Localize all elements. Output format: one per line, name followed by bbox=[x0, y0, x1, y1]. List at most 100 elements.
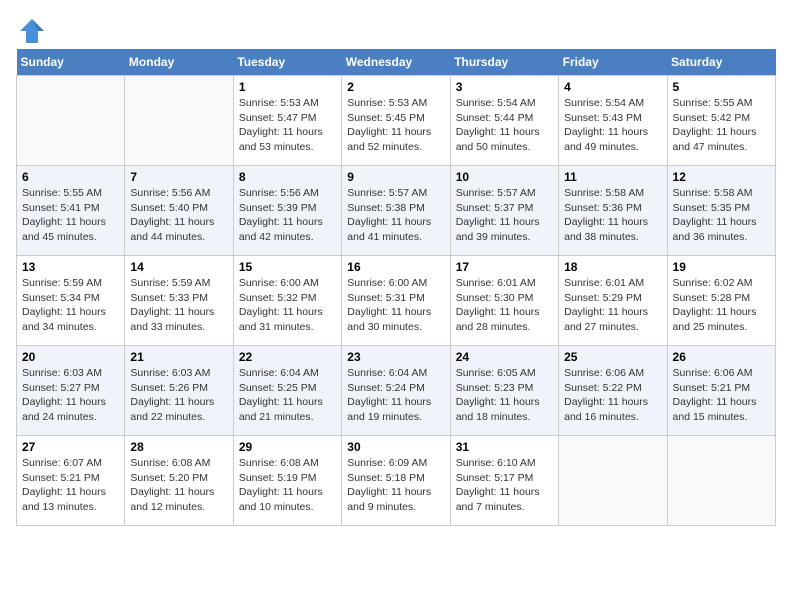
calendar-day-cell: 14Sunrise: 5:59 AMSunset: 5:33 PMDayligh… bbox=[125, 256, 233, 346]
calendar-day-cell: 19 Sunrise: 6:02 AMSunset: 5:28 PMDayligh… bbox=[667, 256, 775, 346]
calendar-day-cell: 2Sunrise: 5:53 AMSunset: 5:45 PMDaylight… bbox=[342, 76, 450, 166]
day-number: 7 bbox=[130, 170, 227, 184]
day-info: Sunrise: 6:08 AMSunset: 5:20 PMDaylight:… bbox=[130, 456, 227, 515]
day-info: Sunrise: 6:00 AMSunset: 5:32 PMDaylight:… bbox=[239, 276, 336, 335]
calendar-day-cell: 26 Sunrise: 6:06 AMSunset: 5:21 PMDayligh… bbox=[667, 346, 775, 436]
calendar-week-row: 27Sunrise: 6:07 AMSunset: 5:21 PMDayligh… bbox=[17, 436, 776, 526]
day-info: Sunrise: 5:53 AMSunset: 5:45 PMDaylight:… bbox=[347, 96, 444, 155]
day-number: 5 bbox=[673, 80, 770, 94]
day-number: 16 bbox=[347, 260, 444, 274]
day-info: Sunrise: 5:55 AMSunset: 5:41 PMDaylight:… bbox=[22, 186, 119, 245]
calendar-day-cell: 18 Sunrise: 6:01 AMSunset: 5:29 PMDayligh… bbox=[559, 256, 667, 346]
day-number: 27 bbox=[22, 440, 119, 454]
day-number: 21 bbox=[130, 350, 227, 364]
weekday-header: Tuesday bbox=[233, 49, 341, 76]
day-info: Sunrise: 5:56 AMSunset: 5:39 PMDaylight:… bbox=[239, 186, 336, 245]
day-info: Sunrise: 6:06 AMSunset: 5:22 PMDaylight:… bbox=[564, 366, 661, 425]
day-number: 19 bbox=[673, 260, 770, 274]
day-info: Sunrise: 6:09 AMSunset: 5:18 PMDaylight:… bbox=[347, 456, 444, 515]
calendar-day-cell: 30 Sunrise: 6:09 AMSunset: 5:18 PMDayligh… bbox=[342, 436, 450, 526]
weekday-header: Thursday bbox=[450, 49, 558, 76]
calendar-day-cell: 25 Sunrise: 6:06 AMSunset: 5:22 PMDayligh… bbox=[559, 346, 667, 436]
day-number: 25 bbox=[564, 350, 661, 364]
day-number: 28 bbox=[130, 440, 227, 454]
day-info: Sunrise: 6:06 AMSunset: 5:21 PMDaylight:… bbox=[673, 366, 770, 425]
calendar-day-cell bbox=[559, 436, 667, 526]
calendar-day-cell: 12 Sunrise: 5:58 AMSunset: 5:35 PMDayligh… bbox=[667, 166, 775, 256]
calendar-day-cell: 15Sunrise: 6:00 AMSunset: 5:32 PMDayligh… bbox=[233, 256, 341, 346]
day-number: 26 bbox=[673, 350, 770, 364]
day-number: 31 bbox=[456, 440, 553, 454]
calendar-day-cell: 31 Sunrise: 6:10 AMSunset: 5:17 PMDayligh… bbox=[450, 436, 558, 526]
day-info: Sunrise: 6:08 AMSunset: 5:19 PMDaylight:… bbox=[239, 456, 336, 515]
day-info: Sunrise: 6:10 AMSunset: 5:17 PMDaylight:… bbox=[456, 456, 553, 515]
calendar-day-cell: 27Sunrise: 6:07 AMSunset: 5:21 PMDayligh… bbox=[17, 436, 125, 526]
day-info: Sunrise: 5:57 AMSunset: 5:37 PMDaylight:… bbox=[456, 186, 553, 245]
calendar-week-row: 13 Sunrise: 5:59 AMSunset: 5:34 PMDayligh… bbox=[17, 256, 776, 346]
day-info: Sunrise: 5:54 AMSunset: 5:43 PMDaylight:… bbox=[564, 96, 661, 155]
calendar-day-cell: 29 Sunrise: 6:08 AMSunset: 5:19 PMDayligh… bbox=[233, 436, 341, 526]
day-info: Sunrise: 5:54 AMSunset: 5:44 PMDaylight:… bbox=[456, 96, 553, 155]
day-number: 9 bbox=[347, 170, 444, 184]
day-info: Sunrise: 5:58 AMSunset: 5:36 PMDaylight:… bbox=[564, 186, 661, 245]
logo bbox=[16, 16, 44, 37]
calendar-week-row: 6Sunrise: 5:55 AMSunset: 5:41 PMDaylight… bbox=[17, 166, 776, 256]
page-header bbox=[16, 16, 776, 37]
calendar-day-cell: 20 Sunrise: 6:03 AMSunset: 5:27 PMDayligh… bbox=[17, 346, 125, 436]
day-number: 11 bbox=[564, 170, 661, 184]
day-number: 22 bbox=[239, 350, 336, 364]
calendar-day-cell: 13 Sunrise: 5:59 AMSunset: 5:34 PMDayligh… bbox=[17, 256, 125, 346]
logo-icon bbox=[16, 17, 40, 37]
day-number: 8 bbox=[239, 170, 336, 184]
day-number: 29 bbox=[239, 440, 336, 454]
day-info: Sunrise: 5:56 AMSunset: 5:40 PMDaylight:… bbox=[130, 186, 227, 245]
calendar-day-cell: 22 Sunrise: 6:04 AMSunset: 5:25 PMDayligh… bbox=[233, 346, 341, 436]
calendar-day-cell: 11 Sunrise: 5:58 AMSunset: 5:36 PMDayligh… bbox=[559, 166, 667, 256]
day-number: 18 bbox=[564, 260, 661, 274]
calendar-week-row: 20 Sunrise: 6:03 AMSunset: 5:27 PMDayligh… bbox=[17, 346, 776, 436]
day-info: Sunrise: 6:02 AMSunset: 5:28 PMDaylight:… bbox=[673, 276, 770, 335]
calendar-day-cell: 3Sunrise: 5:54 AMSunset: 5:44 PMDaylight… bbox=[450, 76, 558, 166]
calendar-week-row: 1 Sunrise: 5:53 AMSunset: 5:47 PMDaylight… bbox=[17, 76, 776, 166]
day-info: Sunrise: 6:05 AMSunset: 5:23 PMDaylight:… bbox=[456, 366, 553, 425]
day-info: Sunrise: 5:59 AMSunset: 5:34 PMDaylight:… bbox=[22, 276, 119, 335]
calendar-day-cell: 23Sunrise: 6:04 AMSunset: 5:24 PMDayligh… bbox=[342, 346, 450, 436]
day-number: 10 bbox=[456, 170, 553, 184]
day-info: Sunrise: 6:01 AMSunset: 5:30 PMDaylight:… bbox=[456, 276, 553, 335]
day-number: 12 bbox=[673, 170, 770, 184]
calendar-day-cell bbox=[667, 436, 775, 526]
calendar-day-cell: 1 Sunrise: 5:53 AMSunset: 5:47 PMDaylight… bbox=[233, 76, 341, 166]
calendar-table: SundayMondayTuesdayWednesdayThursdayFrid… bbox=[16, 49, 776, 526]
day-info: Sunrise: 5:55 AMSunset: 5:42 PMDaylight:… bbox=[673, 96, 770, 155]
day-info: Sunrise: 6:01 AMSunset: 5:29 PMDaylight:… bbox=[564, 276, 661, 335]
day-number: 23 bbox=[347, 350, 444, 364]
day-number: 13 bbox=[22, 260, 119, 274]
calendar-day-cell bbox=[125, 76, 233, 166]
calendar-day-cell: 24 Sunrise: 6:05 AMSunset: 5:23 PMDayligh… bbox=[450, 346, 558, 436]
weekday-header: Friday bbox=[559, 49, 667, 76]
weekday-header: Sunday bbox=[17, 49, 125, 76]
calendar-day-cell: 5 Sunrise: 5:55 AMSunset: 5:42 PMDaylight… bbox=[667, 76, 775, 166]
calendar-day-cell: 4 Sunrise: 5:54 AMSunset: 5:43 PMDaylight… bbox=[559, 76, 667, 166]
calendar-header-row: SundayMondayTuesdayWednesdayThursdayFrid… bbox=[17, 49, 776, 76]
day-number: 4 bbox=[564, 80, 661, 94]
calendar-day-cell: 9 Sunrise: 5:57 AMSunset: 5:38 PMDaylight… bbox=[342, 166, 450, 256]
calendar-day-cell: 7 Sunrise: 5:56 AMSunset: 5:40 PMDaylight… bbox=[125, 166, 233, 256]
calendar-day-cell: 21Sunrise: 6:03 AMSunset: 5:26 PMDayligh… bbox=[125, 346, 233, 436]
day-number: 1 bbox=[239, 80, 336, 94]
day-number: 24 bbox=[456, 350, 553, 364]
day-number: 20 bbox=[22, 350, 119, 364]
day-info: Sunrise: 6:03 AMSunset: 5:27 PMDaylight:… bbox=[22, 366, 119, 425]
calendar-day-cell bbox=[17, 76, 125, 166]
weekday-header: Wednesday bbox=[342, 49, 450, 76]
calendar-day-cell: 28 Sunrise: 6:08 AMSunset: 5:20 PMDayligh… bbox=[125, 436, 233, 526]
day-info: Sunrise: 6:04 AMSunset: 5:25 PMDaylight:… bbox=[239, 366, 336, 425]
calendar-day-cell: 16Sunrise: 6:00 AMSunset: 5:31 PMDayligh… bbox=[342, 256, 450, 346]
day-number: 30 bbox=[347, 440, 444, 454]
day-info: Sunrise: 5:57 AMSunset: 5:38 PMDaylight:… bbox=[347, 186, 444, 245]
calendar-day-cell: 8 Sunrise: 5:56 AMSunset: 5:39 PMDaylight… bbox=[233, 166, 341, 256]
calendar-day-cell: 17Sunrise: 6:01 AMSunset: 5:30 PMDayligh… bbox=[450, 256, 558, 346]
calendar-day-cell: 6Sunrise: 5:55 AMSunset: 5:41 PMDaylight… bbox=[17, 166, 125, 256]
day-info: Sunrise: 5:58 AMSunset: 5:35 PMDaylight:… bbox=[673, 186, 770, 245]
day-info: Sunrise: 5:53 AMSunset: 5:47 PMDaylight:… bbox=[239, 96, 336, 155]
